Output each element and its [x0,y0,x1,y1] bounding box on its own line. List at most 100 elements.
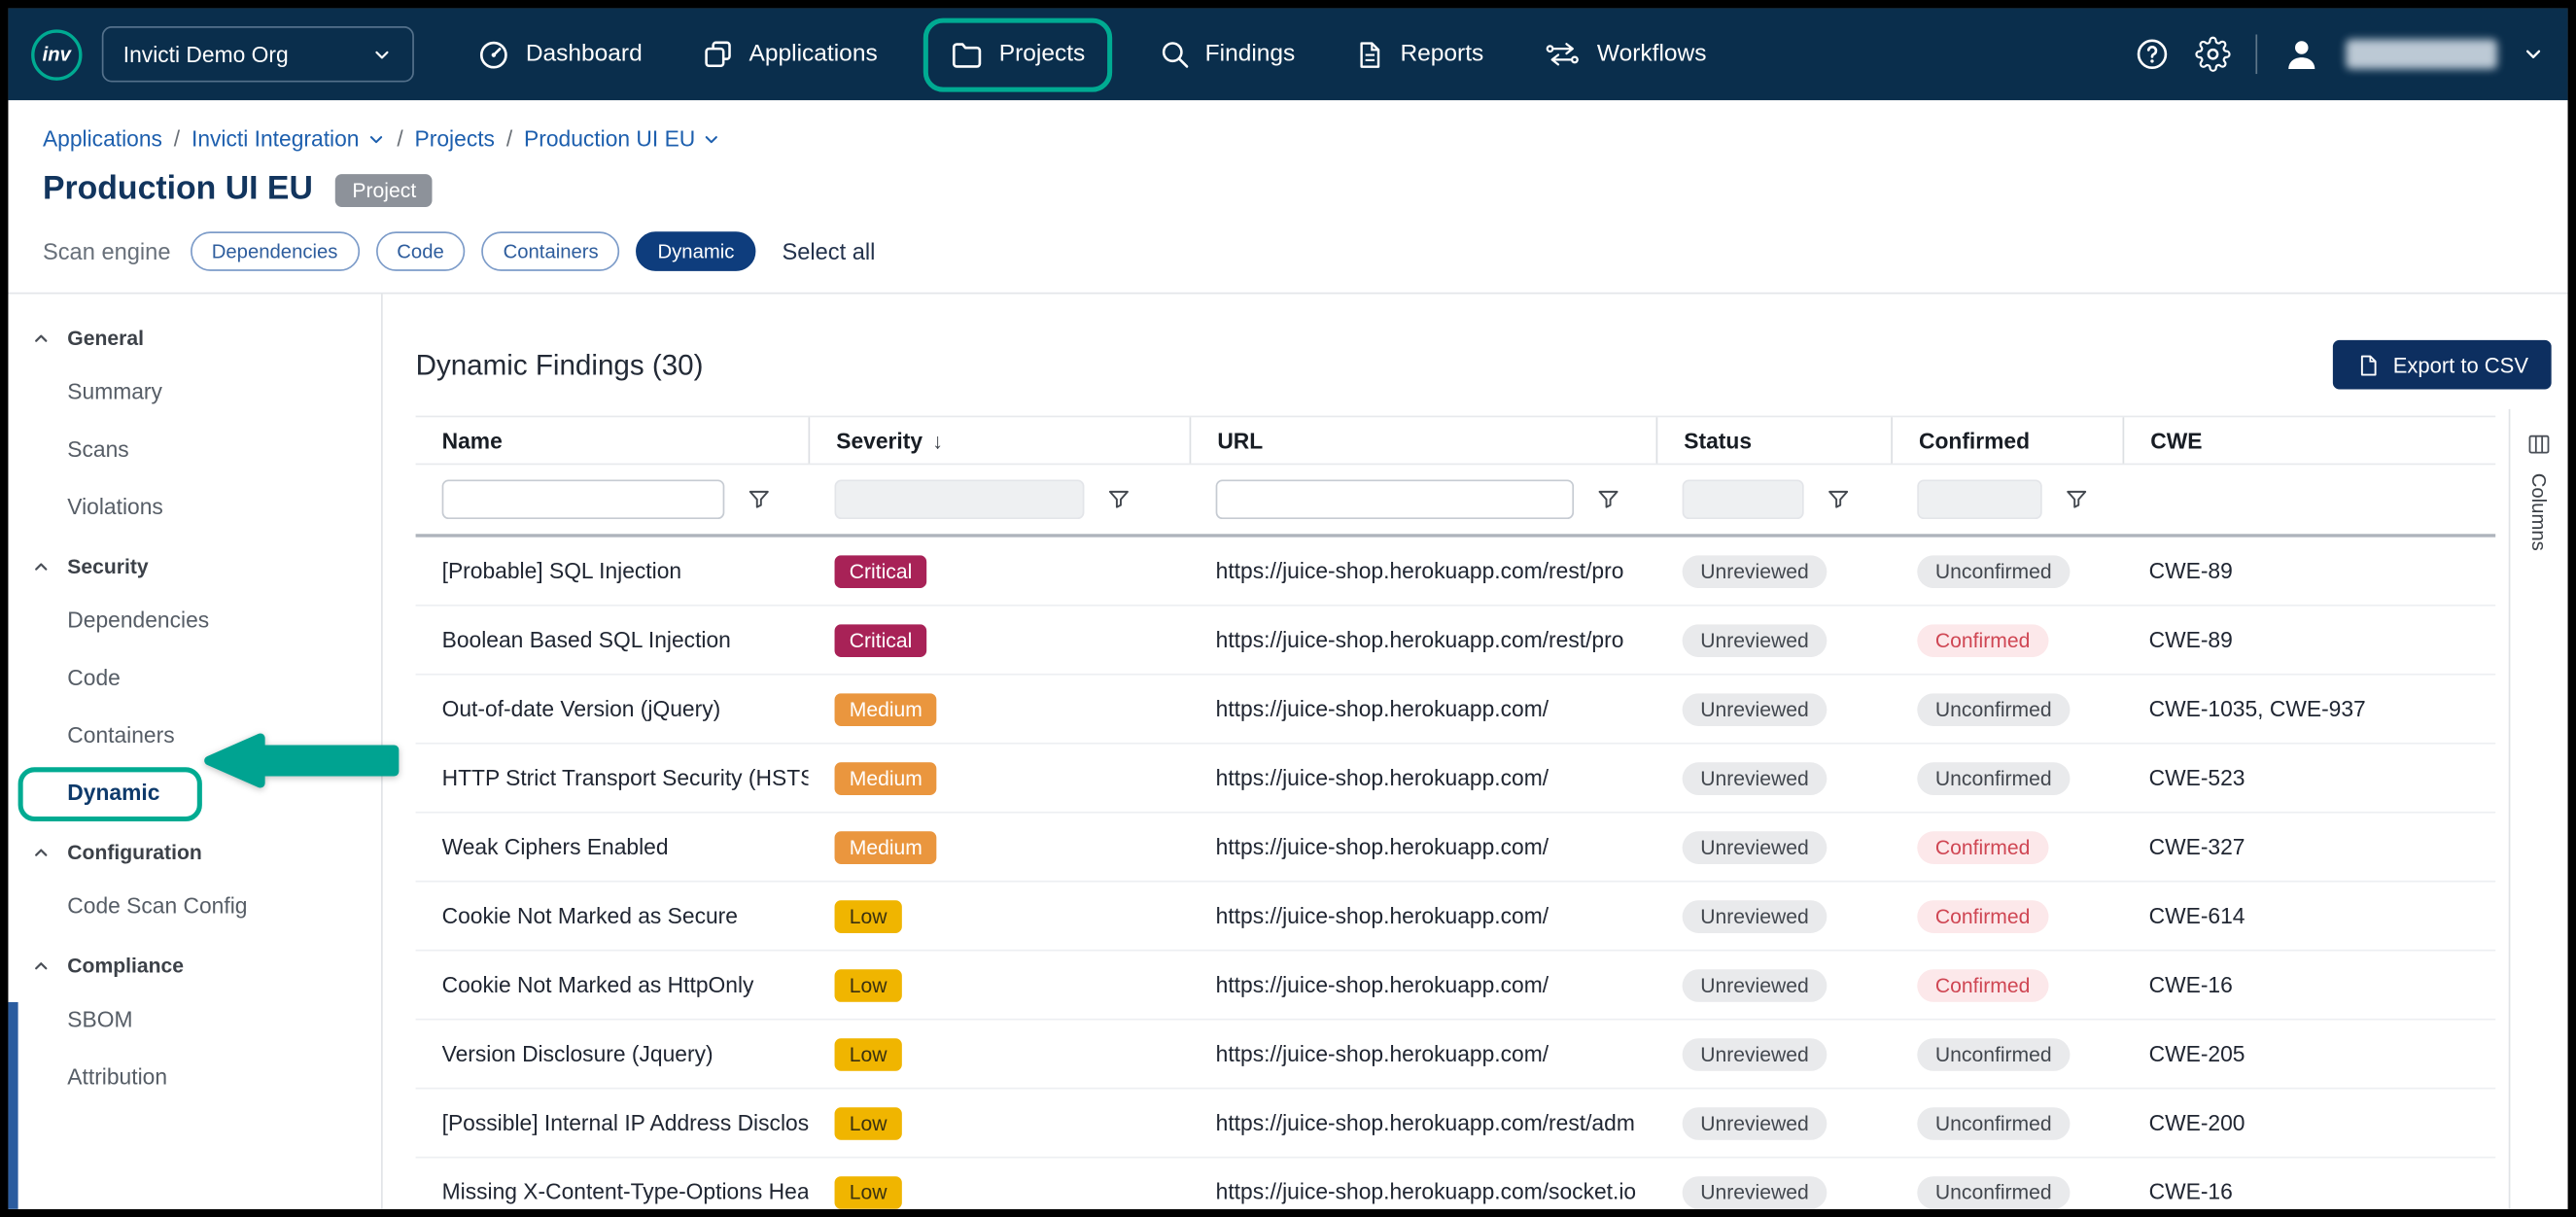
invicti-logo[interactable]: inv [31,29,82,80]
breadcrumb-production-ui-eu[interactable]: Production UI EU [524,126,721,151]
sidebar-item-scans[interactable]: Scans [8,421,381,478]
status-filter-input[interactable] [1683,479,1804,519]
sidebar-item-sbom[interactable]: SBOM [8,991,381,1048]
table-row[interactable]: [Probable] SQL Injection Critical https:… [416,538,2496,607]
confirmed-pill: Confirmed [1917,830,2048,863]
name-filter-input[interactable] [442,479,725,519]
table-header-row: Name Severity↓ URL Status Confirmed CWE [416,416,2496,466]
finding-name[interactable]: Weak Ciphers Enabled [416,835,809,859]
columns-panel-tab[interactable]: Columns [2509,409,2568,1209]
nav-item-reports[interactable]: Reports [1338,25,1500,83]
chevron-up-icon [31,329,51,348]
scan-engine-row: Scan engine Dependencies Code Containers… [8,209,2567,293]
applications-icon [702,38,735,71]
finding-name[interactable]: Boolean Based SQL Injection [416,628,809,652]
sidebar-item-summary[interactable]: Summary [8,364,381,421]
table-row[interactable]: [Possible] Internal IP Address Disclosur… [416,1090,2496,1159]
chevron-down-icon [366,129,385,149]
table-row[interactable]: Cookie Not Marked as HttpOnly Low https:… [416,952,2496,1021]
page-title: Production UI EU [43,171,313,209]
finding-url: https://juice-shop.herokuapp.com/ [1190,835,1656,859]
finding-url: https://juice-shop.herokuapp.com/rest/ad… [1190,1110,1656,1134]
gear-icon[interactable] [2195,36,2231,72]
table-row[interactable]: Missing X-Content-Type-Options Header Lo… [416,1158,2496,1208]
filter-funnel-icon[interactable] [1105,486,1131,512]
topbar-divider [2255,34,2257,74]
column-header-severity[interactable]: Severity↓ [809,417,1190,463]
user-avatar-icon[interactable] [2281,34,2321,74]
sidebar-section-general[interactable]: General [8,307,381,363]
table-row[interactable]: Boolean Based SQL Injection Critical htt… [416,607,2496,676]
sidebar-item-dependencies[interactable]: Dependencies [8,591,381,648]
filter-funnel-icon[interactable] [1595,486,1621,512]
nav-item-projects[interactable]: Projects [933,24,1101,86]
finding-name[interactable]: [Probable] SQL Injection [416,559,809,583]
dashboard-icon [476,37,510,71]
confirmed-pill: Unconfirmed [1917,1106,2070,1139]
sidebar-section-compliance[interactable]: Compliance [8,935,381,991]
chevron-down-icon[interactable] [2522,43,2545,66]
section-title: Compliance [67,955,184,978]
sidebar-item-code[interactable]: Code [8,649,381,707]
engine-pill-containers[interactable]: Containers [482,231,620,271]
sidebar-item-attribution[interactable]: Attribution [8,1048,381,1105]
column-header-name[interactable]: Name [416,417,809,463]
findings-heading: Dynamic Findings (30) [416,343,704,386]
severity-filter-input[interactable] [835,479,1085,519]
sidebar-item-dynamic[interactable]: Dynamic [8,764,381,821]
table-row[interactable]: Version Disclosure (Jquery) Low https://… [416,1021,2496,1090]
nav-item-applications[interactable]: Applications [685,24,894,84]
sidebar-item-violations[interactable]: Violations [8,478,381,536]
breadcrumb-applications[interactable]: Applications [43,126,162,151]
breadcrumb-projects[interactable]: Projects [415,126,495,151]
finding-name[interactable]: Cookie Not Marked as Secure [416,904,809,928]
engine-pill-dynamic[interactable]: Dynamic [637,231,756,271]
column-header-url[interactable]: URL [1190,417,1656,463]
select-all-link[interactable]: Select all [782,238,875,264]
sidebar-section-configuration[interactable]: Configuration [8,821,381,877]
export-to-csv-button[interactable]: Export to CSV [2332,340,2551,390]
sidebar-item-containers[interactable]: Containers [8,707,381,764]
breadcrumb-invicti-integration[interactable]: Invicti Integration [191,126,386,151]
table-row[interactable]: HTTP Strict Transport Security (HSTS) Me… [416,745,2496,814]
scan-engine-label: Scan engine [43,238,171,264]
user-name-redacted [2346,40,2496,69]
finding-cwe: CWE-205 [2123,1041,2496,1065]
engine-pill-code[interactable]: Code [375,231,465,271]
body-split: General Summary Scans Violations Securit… [8,293,2567,1209]
finding-name[interactable]: Version Disclosure (Jquery) [416,1041,809,1065]
status-pill: Unreviewed [1683,761,1828,794]
nav-item-workflows[interactable]: Workflows [1526,24,1723,84]
filter-funnel-icon[interactable] [746,486,772,512]
confirmed-pill: Unconfirmed [1917,1037,2070,1070]
help-icon[interactable] [2134,36,2170,72]
column-header-cwe[interactable]: CWE [2123,417,2496,463]
confirmed-pill: Unconfirmed [1917,554,2070,587]
url-filter-input[interactable] [1216,479,1574,519]
org-selector[interactable]: Invicti Demo Org [102,26,414,82]
column-header-status[interactable]: Status [1656,417,1892,463]
finding-name[interactable]: Out-of-date Version (jQuery) [416,697,809,721]
nav-item-findings[interactable]: Findings [1141,24,1311,84]
sidebar-section-security[interactable]: Security [8,536,381,591]
column-header-confirmed[interactable]: Confirmed [1891,417,2122,463]
breadcrumb-separator: / [174,126,180,151]
chevron-down-icon [371,44,393,65]
severity-badge: Medium [835,692,938,725]
edge-artifact [8,1002,17,1209]
finding-name[interactable]: HTTP Strict Transport Security (HSTS) [416,766,809,790]
confirmed-filter-input[interactable] [1917,479,2041,519]
finding-name[interactable]: Missing X-Content-Type-Options Header [416,1179,809,1203]
table-row[interactable]: Out-of-date Version (jQuery) Medium http… [416,676,2496,745]
table-row[interactable]: Cookie Not Marked as Secure Low https://… [416,883,2496,952]
engine-pill-dependencies[interactable]: Dependencies [191,231,360,271]
finding-name[interactable]: [Possible] Internal IP Address Disclosur… [416,1110,809,1134]
filter-funnel-icon[interactable] [2064,486,2090,512]
finding-name[interactable]: Cookie Not Marked as HttpOnly [416,973,809,997]
table-row[interactable]: Weak Ciphers Enabled Medium https://juic… [416,814,2496,883]
sort-desc-icon[interactable]: ↓ [932,428,943,452]
nav-label: Findings [1205,41,1296,67]
filter-funnel-icon[interactable] [1826,486,1852,512]
nav-item-dashboard[interactable]: Dashboard [460,24,658,86]
sidebar-item-code-scan-config[interactable]: Code Scan Config [8,877,381,934]
